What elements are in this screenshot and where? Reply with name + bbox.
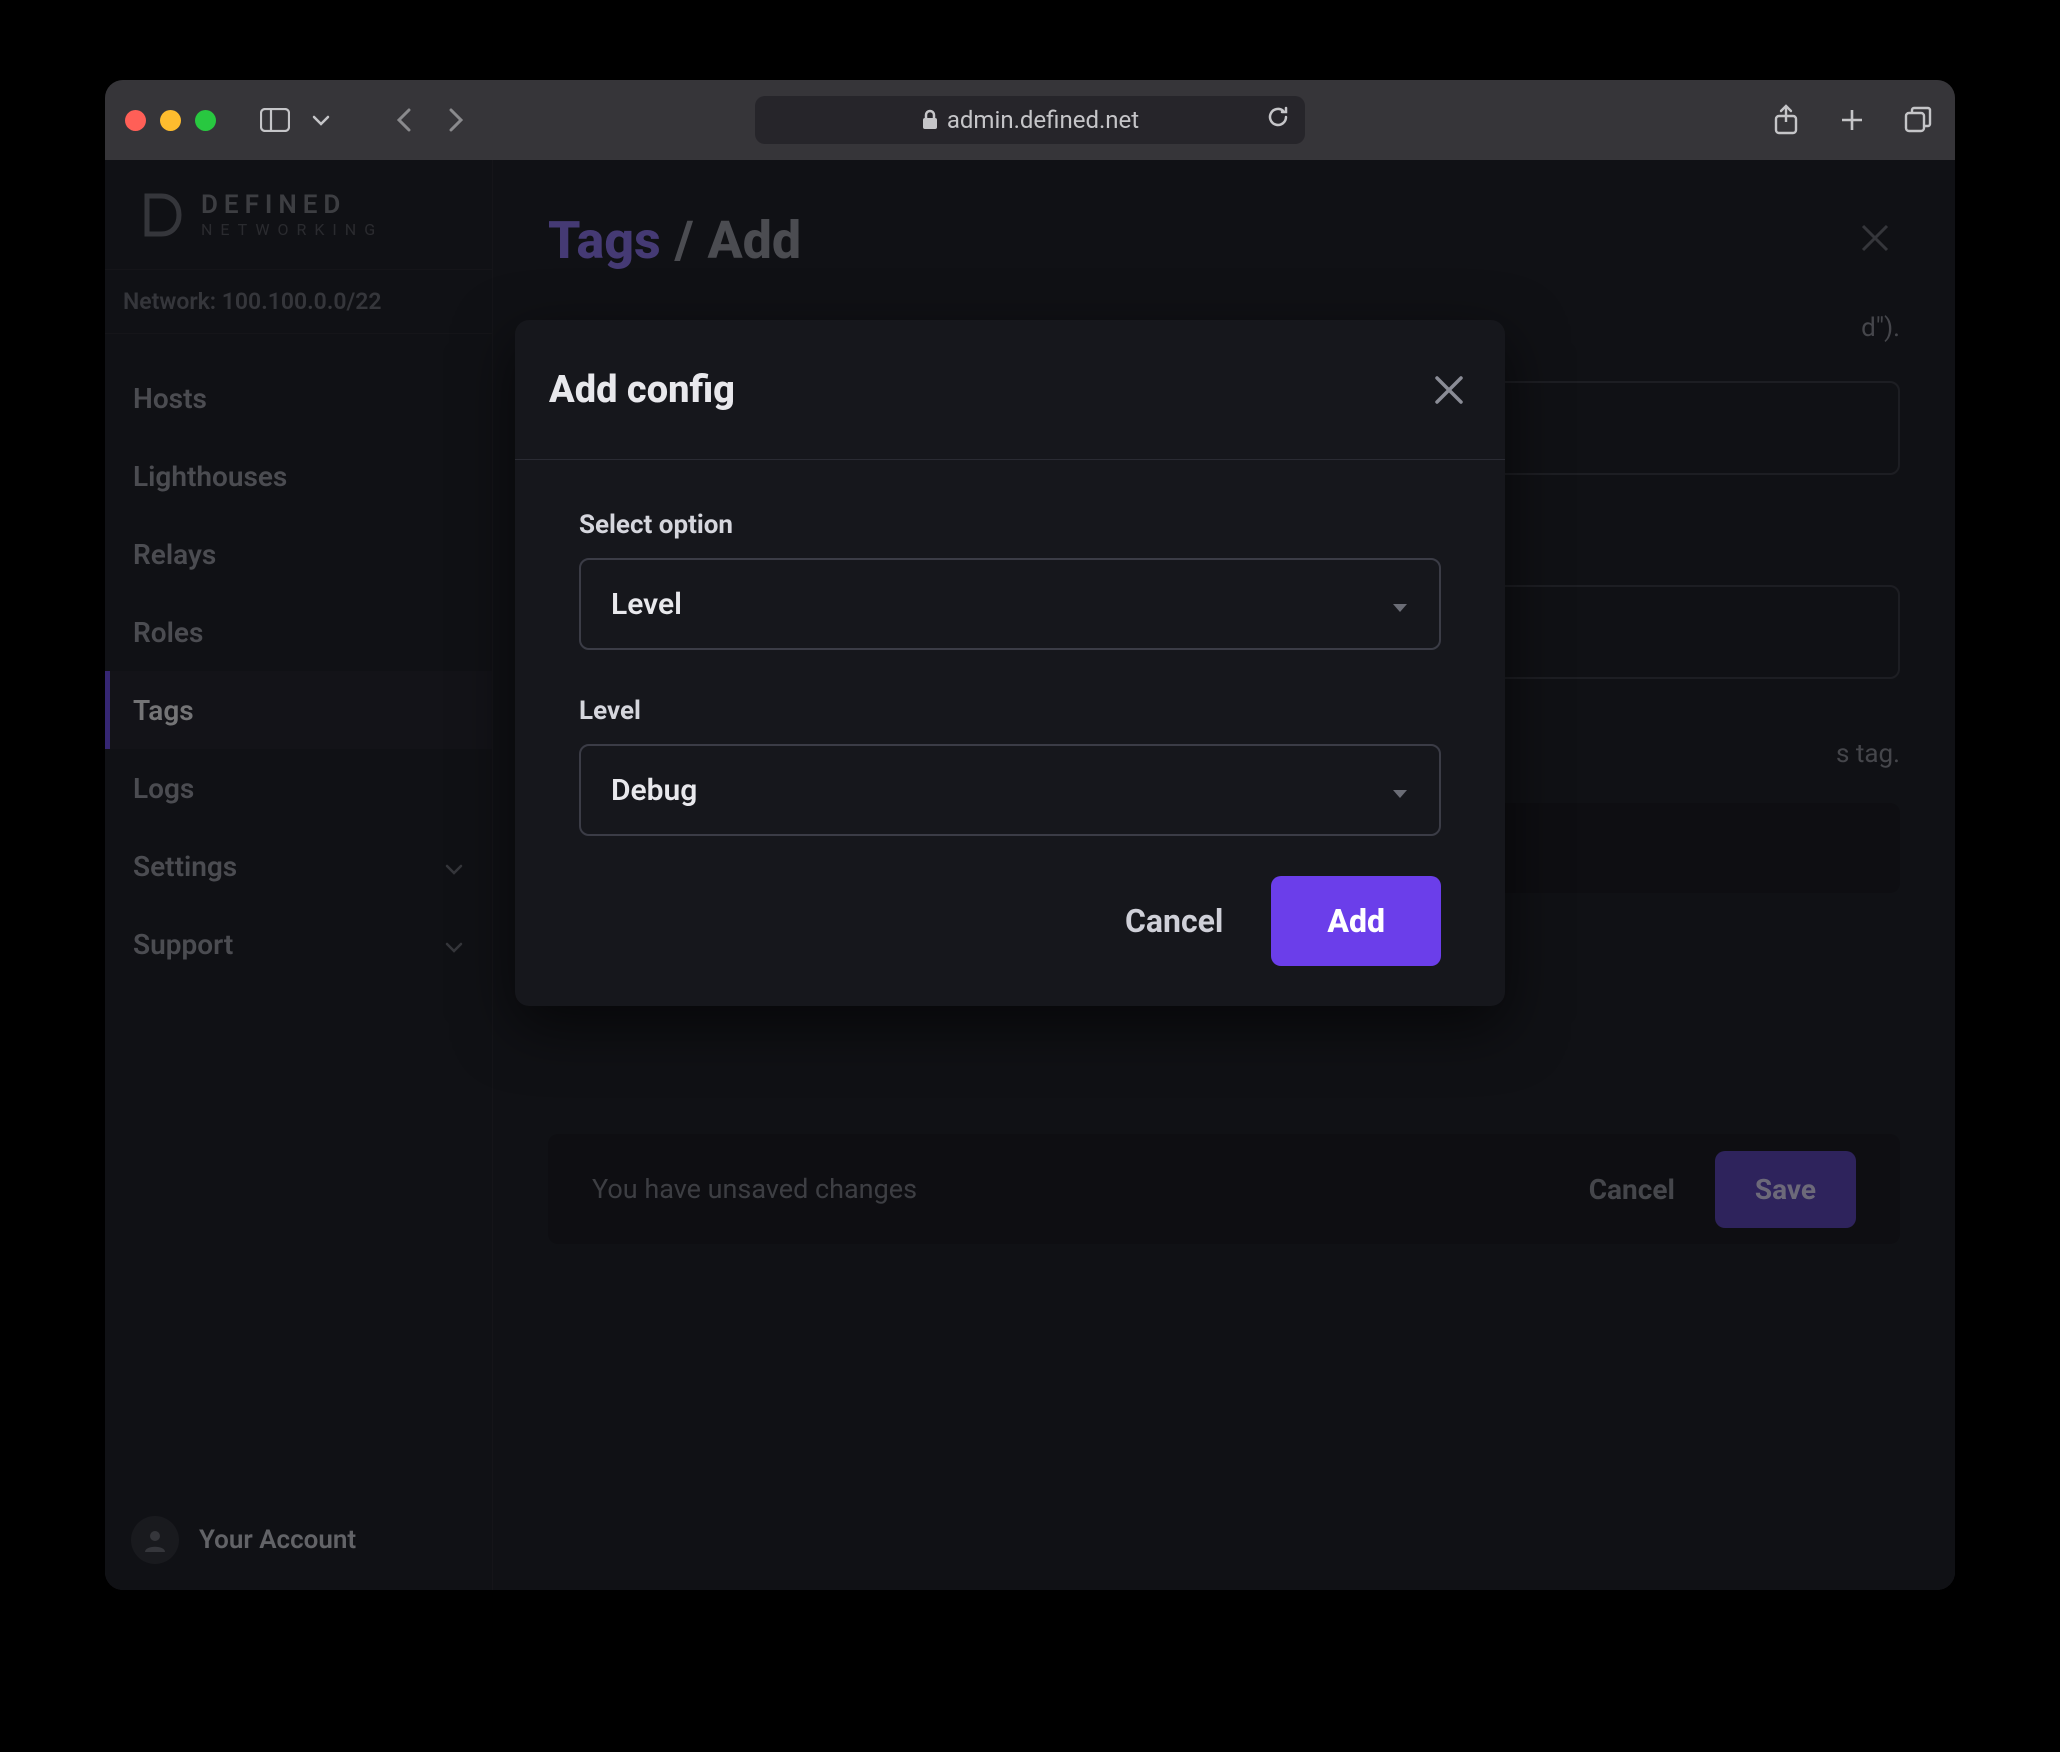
modal-title: Add config xyxy=(549,368,735,412)
sidebar-toggle-icon[interactable] xyxy=(256,101,294,139)
level-dropdown[interactable]: Debug xyxy=(579,744,1441,836)
traffic-lights xyxy=(125,110,216,131)
toolbar-dropdown-icon[interactable] xyxy=(302,101,340,139)
modal-header: Add config xyxy=(515,320,1505,460)
new-tab-icon[interactable] xyxy=(1835,103,1869,137)
browser-window: admin.defined.net xyxy=(105,80,1955,1590)
lock-icon xyxy=(921,109,939,131)
close-window-button[interactable] xyxy=(125,110,146,131)
modal-body: Select option Level Level Debug Cancel xyxy=(515,460,1505,1006)
toolbar-left-group xyxy=(256,101,340,139)
add-config-modal: Add config Select option Level Level Deb… xyxy=(515,320,1505,1006)
modal-close-icon[interactable] xyxy=(1427,368,1471,412)
modal-add-button[interactable]: Add xyxy=(1271,876,1441,966)
app-content: DEFINED NETWORKING Network: 100.100.0.0/… xyxy=(105,160,1955,1590)
caret-down-icon xyxy=(1391,587,1409,622)
forward-button[interactable] xyxy=(435,100,475,140)
address-bar[interactable]: admin.defined.net xyxy=(755,96,1305,144)
back-button[interactable] xyxy=(385,100,425,140)
minimize-window-button[interactable] xyxy=(160,110,181,131)
select-option-label: Select option xyxy=(579,510,1441,540)
nav-arrows xyxy=(385,100,475,140)
modal-cancel-button[interactable]: Cancel xyxy=(1125,902,1223,940)
share-icon[interactable] xyxy=(1769,103,1803,137)
browser-titlebar: admin.defined.net xyxy=(105,80,1955,160)
reload-icon[interactable] xyxy=(1265,104,1291,136)
modal-actions: Cancel Add xyxy=(579,866,1441,966)
select-option-dropdown[interactable]: Level xyxy=(579,558,1441,650)
toolbar-right-group xyxy=(1769,103,1935,137)
level-value: Debug xyxy=(611,773,697,808)
tabs-overview-icon[interactable] xyxy=(1901,103,1935,137)
select-option-value: Level xyxy=(611,587,682,622)
maximize-window-button[interactable] xyxy=(195,110,216,131)
level-label: Level xyxy=(579,696,1441,726)
url-text: admin.defined.net xyxy=(947,106,1139,134)
caret-down-icon xyxy=(1391,773,1409,808)
